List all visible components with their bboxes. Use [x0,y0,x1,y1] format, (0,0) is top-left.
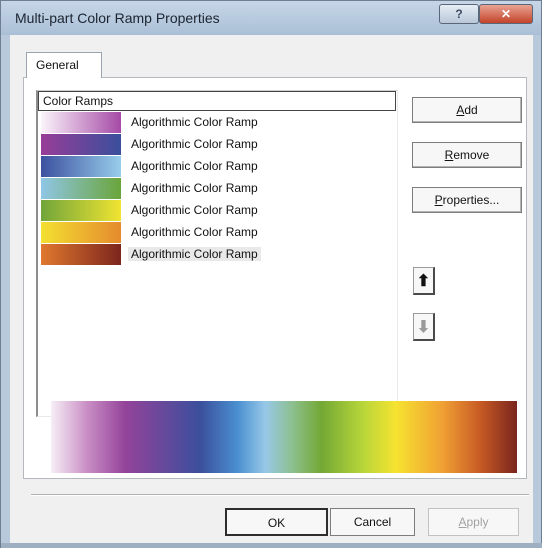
list-item[interactable]: Algorithmic Color Ramp [41,111,341,133]
ramp-swatch [41,178,121,199]
window-title: Multi-part Color Ramp Properties [15,10,220,26]
cancel-button[interactable]: Cancel [330,508,415,536]
window-bottom-border [1,543,542,548]
list-item-label: Algorithmic Color Ramp [131,137,258,151]
tab-general[interactable]: General [26,52,102,78]
arrow-down-icon: ⬇ [416,318,431,336]
list-item-label: Algorithmic Color Ramp [131,203,258,217]
help-button[interactable]: ? [439,4,479,24]
list-rows: Algorithmic Color Ramp Algorithmic Color … [41,111,341,265]
move-up-button[interactable]: ⬆ [413,267,435,295]
remove-button[interactable]: Remove [412,142,522,168]
properties-label-post: roperties... [442,193,500,207]
add-label-post: dd [464,103,478,117]
dialog-client: General Color Ramps Algorithmic Color Ra… [10,35,533,543]
add-button[interactable]: Add [412,97,522,123]
help-icon: ? [455,7,463,21]
list-item[interactable]: Algorithmic Color Ramp [41,133,341,155]
list-item-label: Algorithmic Color Ramp [131,159,258,173]
list-item[interactable]: Algorithmic Color Ramp [41,155,341,177]
ramp-swatch [41,244,121,265]
color-ramps-list[interactable]: Color Ramps Algorithmic Color Ramp Algori… [36,90,398,417]
list-item-label: Algorithmic Color Ramp [131,181,258,195]
move-down-button[interactable]: ⬇ [413,313,435,341]
close-button[interactable]: ✕ [479,4,533,24]
ok-button[interactable]: OK [225,508,328,536]
ramp-swatch [41,156,121,177]
list-item-label: Algorithmic Color Ramp [131,115,258,129]
apply-button[interactable]: Apply [428,508,519,536]
list-item[interactable]: Algorithmic Color Ramp [41,221,341,243]
ramp-swatch [41,134,121,155]
remove-accel-key: R [444,148,454,162]
remove-label-post: emove [453,148,490,162]
properties-accel-key: P [434,193,443,207]
dialog-window: Multi-part Color Ramp Properties ? ✕ Gen… [0,0,542,548]
apply-accel-key: A [458,515,467,529]
close-icon: ✕ [500,7,512,21]
list-item-label: Algorithmic Color Ramp [131,225,258,239]
ramp-swatch [41,200,121,221]
color-ramp-preview [51,401,517,473]
list-item[interactable]: Algorithmic Color Ramp [41,177,341,199]
separator-line [31,494,529,496]
list-header: Color Ramps [38,91,396,111]
list-item[interactable]: Algorithmic Color Ramp [41,199,341,221]
title-bar[interactable]: Multi-part Color Ramp Properties ? ✕ [1,1,541,35]
list-item[interactable]: Algorithmic Color Ramp [41,243,341,265]
list-item-label: Algorithmic Color Ramp [128,247,261,261]
ramp-swatch [41,112,121,133]
arrow-up-icon: ⬆ [416,272,431,290]
ramp-swatch [41,222,121,243]
properties-button[interactable]: Properties... [412,187,522,213]
apply-label-post: pply [466,515,489,529]
